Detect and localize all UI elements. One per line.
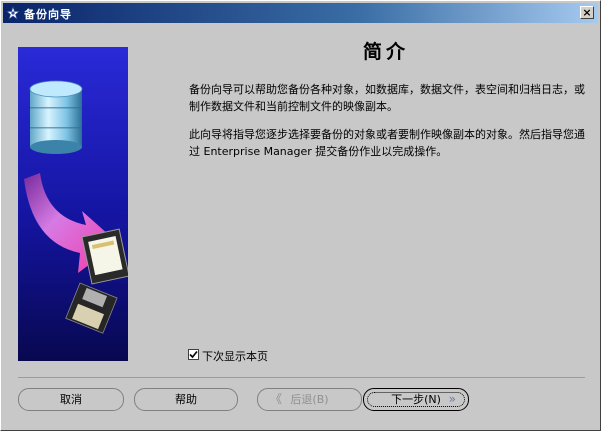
cancel-label: 取消	[60, 393, 82, 406]
back-arrow-icon: 《	[270, 392, 283, 406]
backup-wizard-window: 备份向导 × 简介 备份向导可以帮助您备份各种对象，如数据库，数据文件，表空间和…	[0, 0, 601, 431]
window-title: 备份向导	[24, 8, 72, 21]
button-divider	[18, 377, 585, 378]
title-bar[interactable]: 备份向导 ×	[3, 3, 598, 23]
next-button[interactable]: 下一步(N) »	[363, 388, 469, 411]
next-arrow-icon: »	[448, 392, 456, 406]
close-icon: ×	[582, 6, 592, 19]
close-button[interactable]: ×	[580, 6, 594, 19]
help-button[interactable]: 帮助	[134, 388, 238, 411]
wizard-app-icon	[6, 6, 20, 20]
help-label: 帮助	[175, 393, 197, 406]
page-heading: 简介	[363, 41, 410, 63]
back-label: 后退(B)	[290, 393, 329, 406]
back-button[interactable]: 《 后退(B)	[257, 388, 362, 411]
checkbox-label: 下次显示本页	[202, 350, 268, 363]
intro-paragraph: 备份向导可以帮助您备份各种对象，如数据库，数据文件，表空间和归档日志，或制作数据…	[189, 83, 585, 113]
database-to-disk-illustration	[18, 47, 128, 361]
checkbox-box[interactable]	[188, 349, 199, 360]
cancel-button[interactable]: 取消	[18, 388, 124, 411]
next-label: 下一步(N)	[391, 393, 441, 406]
checkmark-icon	[189, 350, 198, 359]
guide-paragraph: 此向导将指导您逐步选择要备份的对象或者要制作映像副本的对象。然后指导您通过 En…	[189, 128, 585, 158]
